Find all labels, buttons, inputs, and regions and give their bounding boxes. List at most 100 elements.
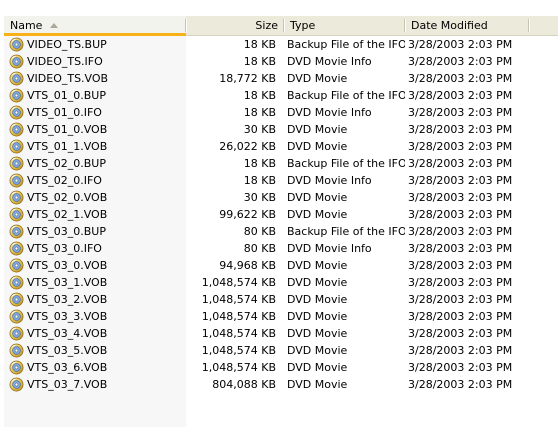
file-name: VTS_01_1.VOB: [27, 140, 108, 153]
column-header-size[interactable]: Size: [186, 16, 284, 35]
file-name: VTS_03_3.VOB: [27, 310, 108, 323]
file-name-cell: VTS_03_2.VOB: [9, 291, 186, 308]
file-row[interactable]: VTS_01_0.VOB 30 KB DVD Movie 3/28/2003 2…: [4, 121, 558, 138]
file-date-cell: 3/28/2003 2:03 PM: [408, 344, 513, 357]
file-size-cell: 18 KB: [243, 55, 276, 68]
file-size-cell: 18 KB: [243, 157, 276, 170]
file-row[interactable]: VTS_03_3.VOB 1,048,574 KB DVD Movie 3/28…: [4, 308, 558, 325]
file-row[interactable]: VTS_01_0.IFO 18 KB DVD Movie Info 3/28/2…: [4, 104, 558, 121]
file-type-cell: Backup File of the IFO: [287, 157, 405, 170]
dvd-disc-icon: [9, 326, 24, 341]
file-date-cell: 3/28/2003 2:03 PM: [408, 89, 513, 102]
dvd-disc-icon: [9, 139, 24, 154]
file-row[interactable]: VTS_02_0.IFO 18 KB DVD Movie Info 3/28/2…: [4, 172, 558, 189]
file-row[interactable]: VTS_01_0.BUP 18 KB Backup File of the IF…: [4, 87, 558, 104]
file-name: VTS_02_0.IFO: [27, 174, 102, 187]
dvd-disc-icon: [9, 343, 24, 358]
file-row[interactable]: VTS_03_7.VOB 804,088 KB DVD Movie 3/28/2…: [4, 376, 558, 393]
file-size-cell: 99,622 KB: [219, 208, 276, 221]
file-name: VTS_01_0.VOB: [27, 123, 108, 136]
file-name: VTS_03_0.BUP: [27, 225, 106, 238]
file-name: VTS_03_0.VOB: [27, 259, 108, 272]
file-name-cell: VIDEO_TS.IFO: [9, 53, 186, 70]
file-name-cell: VIDEO_TS.BUP: [9, 36, 186, 53]
file-date-cell: 3/28/2003 2:03 PM: [408, 276, 513, 289]
file-name: VTS_03_5.VOB: [27, 344, 108, 357]
file-date-cell: 3/28/2003 2:03 PM: [408, 242, 513, 255]
file-name-cell: VTS_03_0.BUP: [9, 223, 186, 240]
file-name-cell: VTS_01_0.BUP: [9, 87, 186, 104]
file-name-cell: VTS_03_3.VOB: [9, 308, 186, 325]
file-row[interactable]: VTS_03_6.VOB 1,048,574 KB DVD Movie 3/28…: [4, 359, 558, 376]
file-name: VTS_03_7.VOB: [27, 378, 108, 391]
file-date-cell: 3/28/2003 2:03 PM: [408, 327, 513, 340]
file-size-cell: 18,772 KB: [219, 72, 276, 85]
file-name: VTS_03_4.VOB: [27, 327, 108, 340]
dvd-disc-icon: [9, 377, 24, 392]
file-date-cell: 3/28/2003 2:03 PM: [408, 191, 513, 204]
file-size-cell: 1,048,574 KB: [201, 344, 276, 357]
file-name-cell: VTS_03_0.IFO: [9, 240, 186, 257]
file-type-cell: DVD Movie: [287, 293, 348, 306]
file-name: VTS_03_2.VOB: [27, 293, 108, 306]
file-date-cell: 3/28/2003 2:03 PM: [408, 106, 513, 119]
file-row[interactable]: VTS_03_0.IFO 80 KB DVD Movie Info 3/28/2…: [4, 240, 558, 257]
file-row[interactable]: VTS_03_0.BUP 80 KB Backup File of the IF…: [4, 223, 558, 240]
file-name-cell: VTS_02_0.IFO: [9, 172, 186, 189]
file-type-cell: DVD Movie: [287, 327, 348, 340]
file-date-cell: 3/28/2003 2:03 PM: [408, 208, 513, 221]
file-date-cell: 3/28/2003 2:03 PM: [408, 123, 513, 136]
file-row[interactable]: VTS_03_4.VOB 1,048,574 KB DVD Movie 3/28…: [4, 325, 558, 342]
dvd-disc-icon: [9, 275, 24, 290]
file-row[interactable]: VTS_01_1.VOB 26,022 KB DVD Movie 3/28/20…: [4, 138, 558, 155]
file-type-cell: Backup File of the IFO: [287, 38, 405, 51]
file-name: VIDEO_TS.BUP: [27, 38, 107, 51]
file-row[interactable]: VTS_03_2.VOB 1,048,574 KB DVD Movie 3/28…: [4, 291, 558, 308]
column-header-type[interactable]: Type: [284, 16, 405, 35]
dvd-disc-icon: [9, 224, 24, 239]
column-header-date-label: Date Modified: [411, 19, 488, 32]
file-name-cell: VTS_02_1.VOB: [9, 206, 186, 223]
file-size-cell: 80 KB: [243, 225, 276, 238]
file-name-cell: VTS_01_0.IFO: [9, 104, 186, 121]
file-name-cell: VTS_03_0.VOB: [9, 257, 186, 274]
file-row[interactable]: VIDEO_TS.IFO 18 KB DVD Movie Info 3/28/2…: [4, 53, 558, 70]
file-type-cell: DVD Movie: [287, 259, 348, 272]
file-name: VTS_03_6.VOB: [27, 361, 108, 374]
column-header-name[interactable]: Name: [4, 16, 186, 36]
dvd-disc-icon: [9, 122, 24, 137]
file-size-cell: 1,048,574 KB: [201, 310, 276, 323]
file-size-cell: 94,968 KB: [219, 259, 276, 272]
file-date-cell: 3/28/2003 2:03 PM: [408, 55, 513, 68]
file-size-cell: 80 KB: [243, 242, 276, 255]
file-name-cell: VTS_01_1.VOB: [9, 138, 186, 155]
file-type-cell: Backup File of the IFO: [287, 225, 405, 238]
file-size-cell: 26,022 KB: [219, 140, 276, 153]
file-name-cell: VTS_03_1.VOB: [9, 274, 186, 291]
file-row[interactable]: VIDEO_TS.VOB 18,772 KB DVD Movie 3/28/20…: [4, 70, 558, 87]
column-header-date-modified[interactable]: Date Modified: [405, 16, 529, 35]
file-type-cell: DVD Movie: [287, 310, 348, 323]
dvd-disc-icon: [9, 173, 24, 188]
file-type-cell: DVD Movie: [287, 208, 348, 221]
file-name-cell: VTS_03_4.VOB: [9, 325, 186, 342]
column-header-filler: [529, 16, 558, 35]
file-name: VIDEO_TS.IFO: [27, 55, 103, 68]
file-name-cell: VTS_03_7.VOB: [9, 376, 186, 393]
file-row[interactable]: VTS_03_5.VOB 1,048,574 KB DVD Movie 3/28…: [4, 342, 558, 359]
file-row[interactable]: VTS_02_1.VOB 99,622 KB DVD Movie 3/28/20…: [4, 206, 558, 223]
file-name-cell: VIDEO_TS.VOB: [9, 70, 186, 87]
file-type-cell: DVD Movie: [287, 123, 348, 136]
file-type-cell: DVD Movie Info: [287, 106, 372, 119]
dvd-disc-icon: [9, 258, 24, 273]
file-row[interactable]: VTS_02_0.VOB 30 KB DVD Movie 3/28/2003 2…: [4, 189, 558, 206]
file-name-cell: VTS_02_0.BUP: [9, 155, 186, 172]
file-size-cell: 30 KB: [243, 191, 276, 204]
file-row[interactable]: VTS_03_0.VOB 94,968 KB DVD Movie 3/28/20…: [4, 257, 558, 274]
file-row[interactable]: VTS_03_1.VOB 1,048,574 KB DVD Movie 3/28…: [4, 274, 558, 291]
file-row[interactable]: VTS_02_0.BUP 18 KB Backup File of the IF…: [4, 155, 558, 172]
file-name: VIDEO_TS.VOB: [27, 72, 109, 85]
file-row[interactable]: VIDEO_TS.BUP 18 KB Backup File of the IF…: [4, 36, 558, 53]
file-name: VTS_03_0.IFO: [27, 242, 102, 255]
file-size-cell: 18 KB: [243, 89, 276, 102]
